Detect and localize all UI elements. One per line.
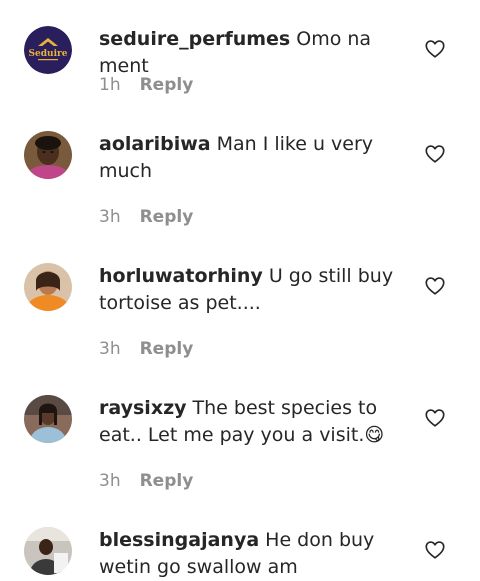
comment-username[interactable]: aolaribiwa (99, 133, 211, 155)
heart-outline-icon[interactable] (424, 143, 446, 165)
comment-timestamp: 3h (99, 207, 121, 227)
comment-meta: 1h Reply (99, 75, 193, 95)
comment-username[interactable]: blessingajanya (99, 529, 259, 551)
reply-button[interactable]: Reply (140, 339, 194, 359)
comment-username[interactable]: seduire_perfumes (99, 28, 290, 50)
comment-timestamp: 3h (99, 339, 121, 359)
avatar[interactable] (24, 395, 72, 443)
comment-body: blessingajanya He don buy wetin go swallo… (99, 527, 399, 581)
comment-body: horluwatorhiny U go still buy tortoise as… (99, 263, 399, 317)
comment-body: aolaribiwa Man I like u very much (99, 131, 399, 185)
avatar[interactable] (24, 263, 72, 311)
heart-outline-icon[interactable] (424, 38, 446, 60)
comment-username[interactable]: horluwatorhiny (99, 265, 263, 287)
comment-meta: 3h Reply (99, 471, 193, 491)
comment-body: seduire_perfumes Omo na ment (99, 26, 399, 80)
comment-meta: 3h Reply (99, 339, 193, 359)
comment-meta: 3h Reply (99, 207, 193, 227)
comment-timestamp: 3h (99, 471, 121, 491)
heart-outline-icon[interactable] (424, 539, 446, 561)
avatar[interactable] (24, 527, 72, 575)
comment-body: raysixzy The best species to eat.. Let me… (99, 395, 399, 449)
avatar[interactable]: Seduire (24, 26, 72, 74)
reply-button[interactable]: Reply (140, 471, 194, 491)
avatar[interactable] (24, 131, 72, 179)
avatar-logo-text: Seduire (29, 49, 68, 59)
comment-username[interactable]: raysixzy (99, 397, 187, 419)
reply-button[interactable]: Reply (140, 207, 194, 227)
reply-button[interactable]: Reply (140, 75, 194, 95)
heart-outline-icon[interactable] (424, 275, 446, 297)
heart-outline-icon[interactable] (424, 407, 446, 429)
comment-timestamp: 1h (99, 75, 121, 95)
